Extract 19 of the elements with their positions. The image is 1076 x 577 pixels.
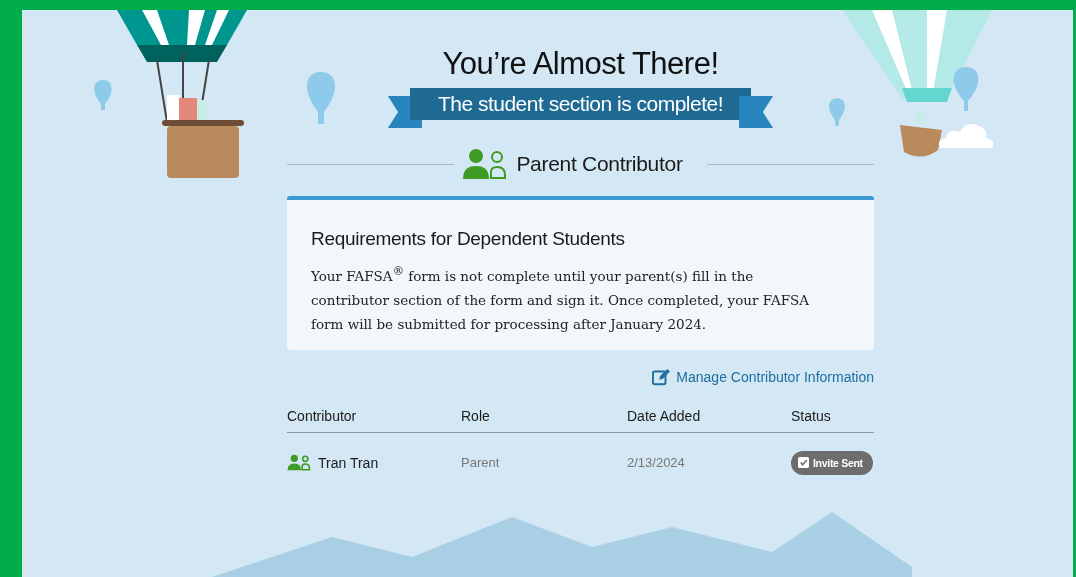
card-heading: Requirements for Dependent Students	[311, 228, 626, 250]
section-heading: Parent Contributor	[516, 152, 683, 176]
contributor-name: Tran Tran	[318, 454, 379, 471]
manage-contributor-link[interactable]: Manage Contributor Information	[652, 367, 874, 386]
column-header: Contributor	[287, 407, 358, 424]
edit-icon	[652, 367, 671, 386]
card-text: Your FAFSA$^{®}$ form is not complete until your parent(s) fill in the contributor section of the form and sign it. Once completed, your FAFSA form will be submitted for processing after January 2024.	[311, 264, 811, 334]
column-header: Status	[791, 407, 832, 424]
role-text: Parent	[461, 455, 501, 470]
people-icon	[287, 454, 311, 471]
balloon-icon	[827, 98, 847, 126]
date-text: 2/13/2024	[627, 455, 686, 470]
column-header: Date Added	[627, 407, 702, 424]
column-header: Role	[461, 407, 491, 424]
people-icon	[462, 148, 509, 180]
balloon-icon	[92, 80, 114, 110]
status-badge: Invite Sent	[791, 450, 873, 475]
page-title: You’re Almost There!	[441, 46, 720, 82]
ribbon-banner: The student section is complete!	[387, 88, 774, 128]
